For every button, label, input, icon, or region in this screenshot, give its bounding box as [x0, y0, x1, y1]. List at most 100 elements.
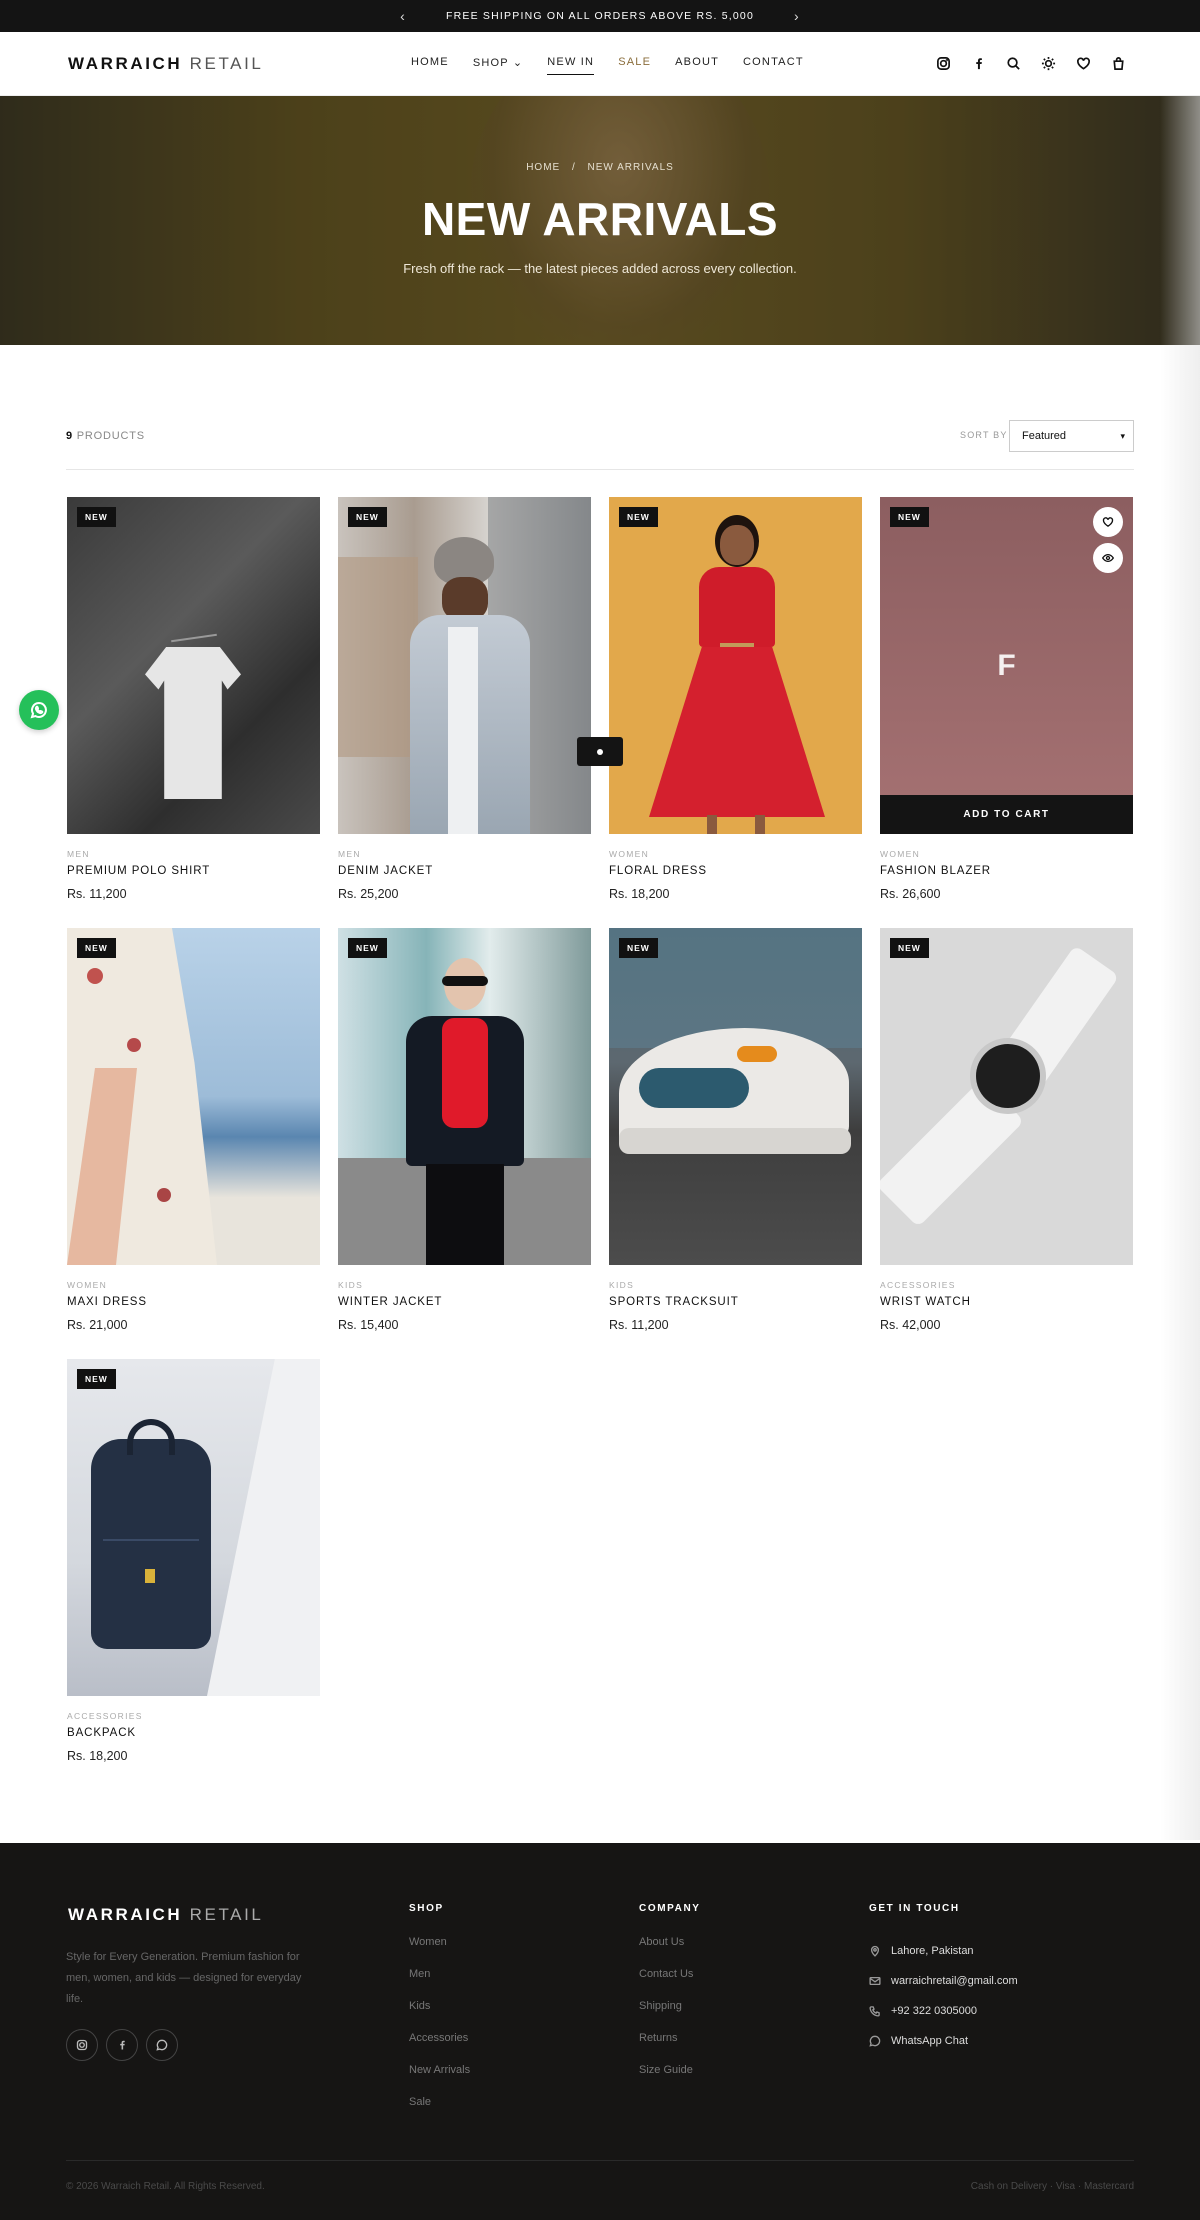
product-card[interactable]: NEW WOMEN MAXI DRESS Rs. 21,000: [67, 928, 320, 1332]
breadcrumb-home[interactable]: HOME: [526, 162, 560, 173]
product-name[interactable]: SPORTS TRACKSUIT: [609, 1296, 862, 1308]
theme-toggle-icon[interactable]: [1039, 54, 1057, 72]
product-card[interactable]: NEW MEN PREMIUM POLO SHIRT Rs. 11,200: [67, 497, 320, 901]
product-image[interactable]: NEW: [609, 928, 862, 1265]
nav-shop[interactable]: SHOP ⌄: [473, 56, 523, 75]
instagram-icon[interactable]: [934, 54, 952, 72]
product-price: Rs. 26,600: [880, 887, 941, 901]
footer-link-sale[interactable]: Sale: [409, 2096, 470, 2128]
product-card[interactable]: F NEW ADD TO CART WOMEN FASHION BLAZER R…: [880, 497, 1133, 901]
whatsapp-float-button[interactable]: [19, 690, 59, 730]
wishlist-icon[interactable]: [1074, 54, 1092, 72]
facebook-icon[interactable]: [969, 54, 987, 72]
product-card[interactable]: NEW MEN DENIM JACKET Rs. 25,200: [338, 497, 591, 901]
product-name[interactable]: WRIST WATCH: [880, 1296, 1133, 1308]
new-badge: NEW: [619, 507, 658, 527]
whatsapp-icon[interactable]: [146, 2029, 178, 2061]
footer-link-men[interactable]: Men: [409, 1968, 470, 2000]
footer-link-about-us[interactable]: About Us: [639, 1936, 701, 1968]
product-image[interactable]: NEW: [67, 1359, 320, 1696]
product-name[interactable]: FASHION BLAZER: [880, 865, 1133, 877]
footer-link-kids[interactable]: Kids: [409, 2000, 470, 2032]
product-name[interactable]: BACKPACK: [67, 1727, 320, 1739]
product-image[interactable]: NEW: [67, 497, 320, 834]
site-header: WARRAICH RETAIL HOME SHOP ⌄ NEW IN SALE …: [0, 32, 1200, 96]
sort-select[interactable]: Featured ▾: [1009, 420, 1134, 452]
facebook-icon[interactable]: [106, 2029, 138, 2061]
product-price: Rs. 18,200: [609, 887, 670, 901]
announcement-prev-button[interactable]: ‹: [400, 8, 406, 24]
product-category: WOMEN: [609, 849, 650, 859]
contact-whatsapp[interactable]: WhatsApp Chat: [869, 2026, 1018, 2056]
product-name[interactable]: PREMIUM POLO SHIRT: [67, 865, 320, 877]
product-category: KIDS: [609, 1280, 635, 1290]
nav-home[interactable]: HOME: [411, 56, 449, 75]
footer-social-links: [66, 2029, 178, 2061]
instagram-icon[interactable]: [66, 2029, 98, 2061]
carousel-indicator[interactable]: [577, 737, 623, 766]
product-card[interactable]: NEW KIDS SPORTS TRACKSUIT Rs. 11,200: [609, 928, 862, 1332]
main-nav: HOME SHOP ⌄ NEW IN SALE ABOUT CONTACT: [411, 56, 828, 75]
footer-contact-heading: GET IN TOUCH: [869, 1903, 960, 1914]
product-image[interactable]: NEW: [338, 497, 591, 834]
product-name[interactable]: FLORAL DRESS: [609, 865, 862, 877]
product-image[interactable]: NEW: [880, 928, 1133, 1265]
footer-link-accessories[interactable]: Accessories: [409, 2032, 470, 2064]
page-title: NEW ARRIVALS: [421, 193, 779, 245]
footer-description: Style for Every Generation. Premium fash…: [66, 1951, 302, 2005]
hero-banner: HOME / NEW ARRIVALS NEW ARRIVALS Fresh o…: [0, 96, 1200, 345]
nav-contact[interactable]: CONTACT: [743, 56, 804, 75]
contact-whatsapp-text[interactable]: WhatsApp Chat: [891, 2035, 968, 2047]
contact-location-text: Lahore, Pakistan: [891, 1945, 974, 1957]
product-category: MEN: [338, 849, 361, 859]
product-name[interactable]: WINTER JACKET: [338, 1296, 591, 1308]
product-price: Rs. 11,200: [67, 887, 127, 901]
new-badge: NEW: [77, 1369, 116, 1389]
contact-phone[interactable]: +92 322 0305000: [869, 1996, 1018, 2026]
product-card[interactable]: NEW WOMEN FLORAL DRESS Rs. 18,200: [609, 497, 862, 901]
product-image[interactable]: NEW: [609, 497, 862, 834]
footer-shop-heading: SHOP: [409, 1903, 444, 1914]
contact-phone-text[interactable]: +92 322 0305000: [891, 2005, 977, 2017]
nav-sale[interactable]: SALE: [618, 56, 651, 75]
product-price: Rs. 42,000: [880, 1318, 941, 1332]
sort-label: SORT BY: [960, 430, 1008, 440]
breadcrumb-current: NEW ARRIVALS: [587, 162, 674, 173]
cart-icon[interactable]: [1109, 54, 1127, 72]
site-footer: WARRAICH RETAIL Style for Every Generati…: [0, 1843, 1200, 2220]
product-category: WOMEN: [67, 1280, 108, 1290]
add-to-cart-button[interactable]: ADD TO CART: [880, 795, 1133, 834]
product-image[interactable]: F NEW ADD TO CART: [880, 497, 1133, 834]
product-price: Rs. 15,400: [338, 1318, 399, 1332]
footer-logo-bold: WARRAICH: [68, 1905, 183, 1924]
footer-link-returns[interactable]: Returns: [639, 2032, 701, 2064]
footer-link-size-guide[interactable]: Size Guide: [639, 2064, 701, 2096]
footer-link-new-arrivals[interactable]: New Arrivals: [409, 2064, 470, 2096]
quick-view-eye-icon[interactable]: [1093, 543, 1123, 573]
product-image[interactable]: NEW: [338, 928, 591, 1265]
product-name[interactable]: DENIM JACKET: [338, 865, 591, 877]
contact-email-text[interactable]: warraichretail@gmail.com: [891, 1975, 1018, 1987]
product-toolbar: 9 PRODUCTS SORT BY Featured ▾: [66, 418, 1134, 470]
contact-email[interactable]: warraichretail@gmail.com: [869, 1966, 1018, 1996]
product-card[interactable]: NEW ACCESSORIES BACKPACK Rs. 18,200: [67, 1359, 320, 1763]
footer-link-contact-us[interactable]: Contact Us: [639, 1968, 701, 2000]
search-icon[interactable]: [1004, 54, 1022, 72]
footer-link-shipping[interactable]: Shipping: [639, 2000, 701, 2032]
site-logo[interactable]: WARRAICH RETAIL: [68, 54, 263, 74]
announcement-next-button[interactable]: ›: [794, 8, 800, 24]
page-subtitle: Fresh off the rack — the latest pieces a…: [403, 261, 797, 276]
footer-link-women[interactable]: Women: [409, 1936, 470, 1968]
product-image[interactable]: NEW: [67, 928, 320, 1265]
product-card[interactable]: NEW KIDS WINTER JACKET Rs. 15,400: [338, 928, 591, 1332]
nav-new-in[interactable]: NEW IN: [547, 56, 595, 75]
footer-bottom-bar: © 2026 Warraich Retail. All Rights Reser…: [66, 2160, 1134, 2192]
payment-methods: Cash on Delivery · Visa · Mastercard: [970, 2181, 1134, 2192]
wishlist-icon[interactable]: [1093, 507, 1123, 537]
whatsapp-icon: [869, 2035, 881, 2047]
nav-about[interactable]: ABOUT: [675, 56, 719, 75]
product-name[interactable]: MAXI DRESS: [67, 1296, 320, 1308]
footer-logo[interactable]: WARRAICH RETAIL: [68, 1905, 263, 1925]
product-card[interactable]: NEW ACCESSORIES WRIST WATCH Rs. 42,000: [880, 928, 1133, 1332]
product-count-number: 9: [66, 430, 73, 442]
